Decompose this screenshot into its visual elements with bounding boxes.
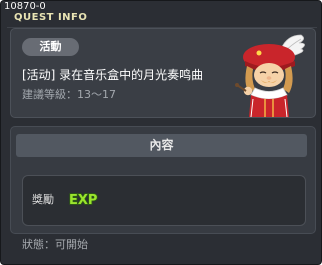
title-bar[interactable]: QUEST INFO	[7, 10, 317, 28]
exp-icon-text: EXP	[69, 193, 97, 208]
event-tag: 活動	[22, 38, 79, 56]
content-panel: 內容 獎勵 EXP	[10, 126, 316, 234]
quest-info-panel: 活動 [活动] 录在音乐盒中的月光奏鸣曲 建議等級：13〜17	[10, 28, 316, 118]
quest-status: 狀態：可開始	[22, 238, 88, 251]
quest-info-window: 10870-0 QUEST INFO 活動 [活动] 录在音乐盒中的月光奏鸣曲 …	[0, 0, 322, 265]
reward-box: 獎勵 EXP	[22, 175, 306, 226]
red-hat-bard-npc-icon	[235, 34, 305, 117]
reward-label: 獎勵	[32, 193, 54, 206]
window-title: QUEST INFO	[14, 12, 88, 23]
recommended-level: 建議等級：13〜17	[22, 88, 116, 101]
quest-name: [活动] 录在音乐盒中的月光奏鸣曲	[22, 68, 204, 82]
content-header: 內容	[16, 134, 307, 157]
exp-icon[interactable]: EXP	[68, 190, 100, 208]
